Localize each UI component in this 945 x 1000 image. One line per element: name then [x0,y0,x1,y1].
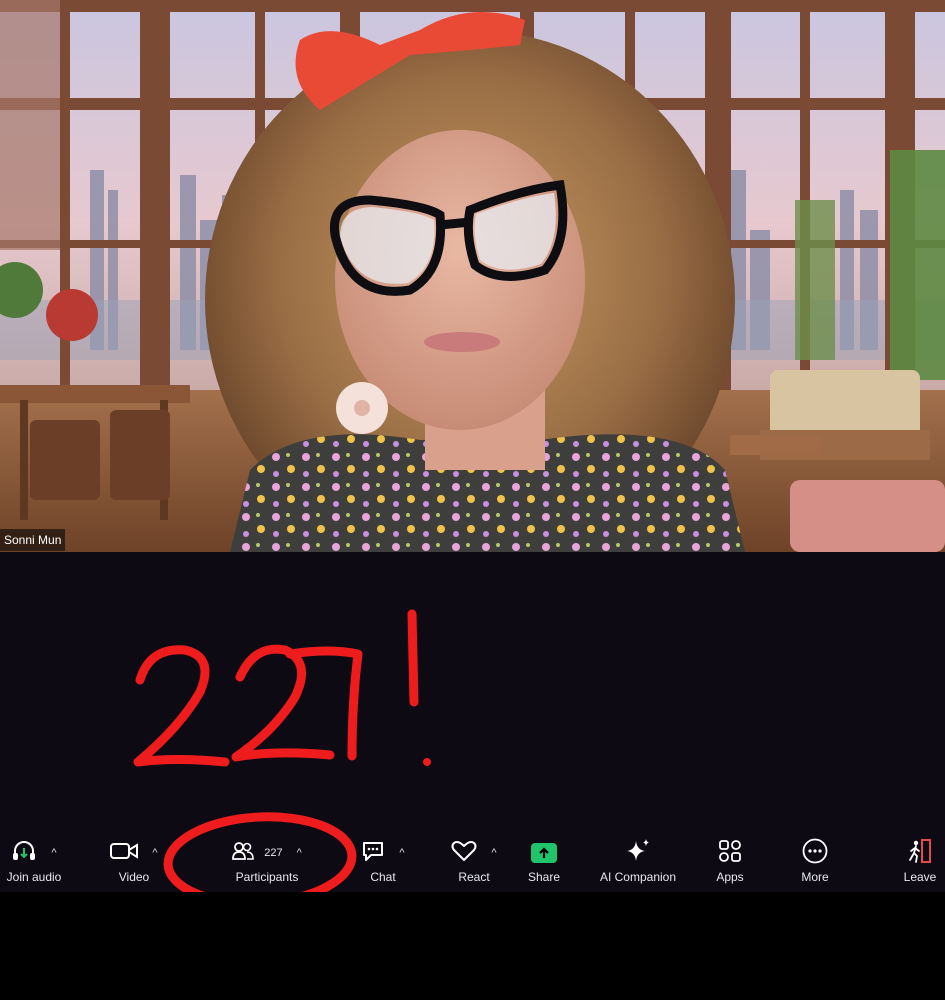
participant-video-tile[interactable]: Sonni Mun [0,0,945,552]
chat-options-caret[interactable]: ^ [399,847,404,859]
leave-door-icon [907,838,933,869]
participant-name-tag: Sonni Mun [0,529,66,551]
react-button[interactable]: ^ React [440,836,508,892]
video-button[interactable]: ^ Video [100,836,168,892]
more-button[interactable]: More [787,836,843,892]
react-label: React [458,870,490,884]
video-options-caret[interactable]: ^ [152,847,157,859]
ai-companion-label: AI Companion [599,870,677,884]
apps-label: Apps [716,870,744,884]
heart-icon [451,840,477,867]
chat-bubble-icon [361,840,385,867]
apps-button[interactable]: Apps [702,836,758,892]
chat-label: Chat [370,870,396,884]
video-camera-icon [110,842,139,865]
participants-label: Participants [235,870,299,884]
more-dots-icon [802,838,828,869]
headphones-icon [11,840,37,867]
participants-button[interactable]: 227 ^ Participants [212,836,322,892]
audio-options-caret[interactable]: ^ [51,847,56,859]
react-options-caret[interactable]: ^ [491,847,496,859]
meeting-toolbar: ^ Join audio ^ Video 227 ^ Participants … [0,836,945,892]
leave-label: Leave [903,870,937,884]
sparkle-icon [624,838,652,869]
apps-icon [718,839,742,868]
screen-bottom-padding [0,892,945,1000]
share-label: Share [527,870,561,884]
participants-options-caret[interactable]: ^ [297,847,302,859]
share-button[interactable]: Share [516,836,572,892]
share-arrow-icon [531,843,557,863]
participants-icon [232,841,255,866]
more-label: More [801,870,829,884]
join-audio-button[interactable]: ^ Join audio [0,836,74,892]
chat-button[interactable]: ^ Chat [348,836,418,892]
ai-companion-button[interactable]: AI Companion [592,836,684,892]
video-label: Video [118,870,150,884]
virtual-background [0,0,945,552]
join-audio-label: Join audio [6,870,62,884]
participant-count: 227 [264,847,283,859]
leave-button[interactable]: Leave [892,836,945,892]
